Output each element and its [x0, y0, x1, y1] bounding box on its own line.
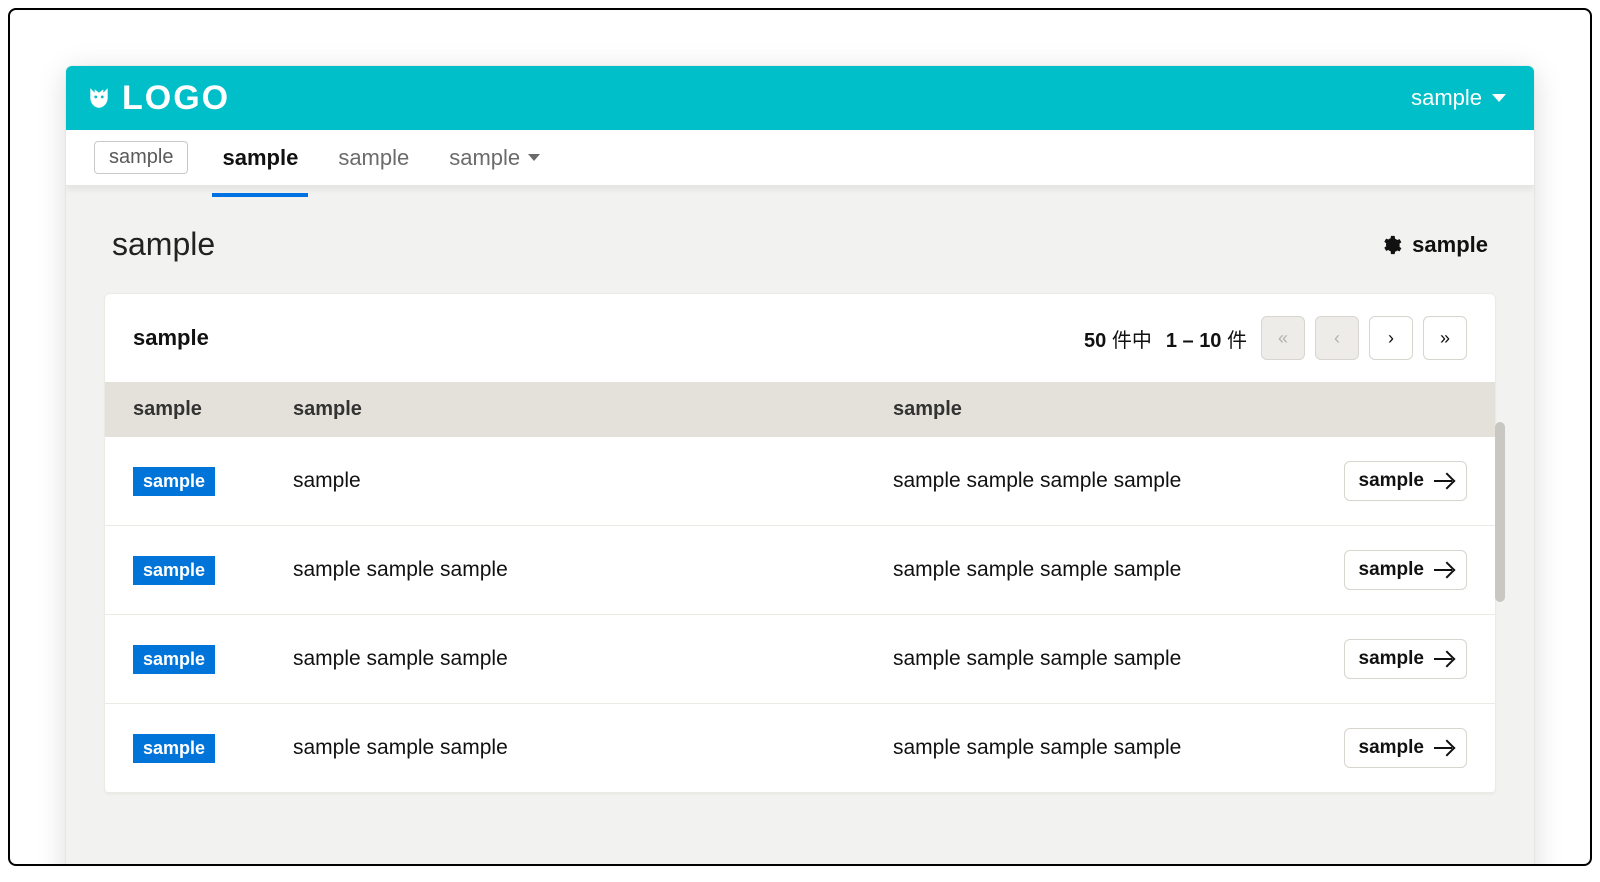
- tab-label: sample: [449, 145, 520, 171]
- tab-1[interactable]: sample: [216, 133, 304, 183]
- page-header: sample sample: [66, 186, 1534, 293]
- tabbar: sample sample sample sample: [66, 130, 1534, 186]
- cell: sample sample sample: [293, 558, 893, 582]
- cell: sample: [293, 469, 893, 493]
- table-row: sample sample sample sample sample sampl…: [105, 526, 1495, 615]
- table-header: sample sample sample: [105, 382, 1495, 437]
- cell: sample sample sample: [293, 647, 893, 671]
- table-row: sample sample sample sample sample sampl…: [105, 704, 1495, 793]
- arrow-right-icon: [1434, 747, 1452, 749]
- row-action-label: sample: [1359, 470, 1424, 492]
- tab-2[interactable]: sample: [332, 133, 415, 183]
- row-action-label: sample: [1359, 648, 1424, 670]
- tab-label: sample: [109, 146, 173, 169]
- chevron-down-icon: [528, 154, 540, 161]
- cell: sample sample sample: [293, 736, 893, 760]
- settings-button[interactable]: sample: [1380, 232, 1488, 258]
- scrollbar[interactable]: [1495, 422, 1505, 602]
- gear-icon: [1380, 234, 1402, 256]
- page-prev-button: ‹: [1315, 316, 1359, 360]
- brand[interactable]: LOGO: [86, 79, 230, 118]
- settings-label: sample: [1412, 232, 1488, 258]
- row-action-button[interactable]: sample: [1344, 639, 1467, 679]
- column-header: sample: [893, 398, 1287, 421]
- status-badge: sample: [133, 467, 215, 496]
- cell: sample sample sample sample: [893, 647, 1287, 671]
- logo-text: LOGO: [122, 79, 230, 118]
- card-title: sample: [133, 325, 209, 351]
- arrow-right-icon: [1434, 658, 1452, 660]
- pagination-total-number: 50: [1084, 330, 1106, 352]
- double-chevron-right-icon: »: [1440, 328, 1450, 349]
- chevron-down-icon: [1492, 94, 1506, 102]
- app-window: LOGO sample sample sample sample sample …: [66, 66, 1534, 866]
- tab-0[interactable]: sample: [94, 141, 188, 174]
- cell: sample sample sample sample: [893, 736, 1287, 760]
- card-header: sample 50 件中 1 – 10 件 « ‹ › »: [105, 294, 1495, 382]
- page-first-button: «: [1261, 316, 1305, 360]
- column-header: sample: [133, 398, 293, 421]
- row-action-button[interactable]: sample: [1344, 728, 1467, 768]
- page-title: sample: [112, 226, 215, 263]
- chevron-left-icon: ‹: [1334, 328, 1340, 349]
- logo-icon: [86, 85, 112, 111]
- pagination-total-suffix: 件中: [1112, 330, 1152, 352]
- tab-3[interactable]: sample: [443, 133, 546, 183]
- row-action-label: sample: [1359, 737, 1424, 759]
- page-last-button[interactable]: »: [1423, 316, 1467, 360]
- column-header: sample: [293, 398, 893, 421]
- pagination-range-numbers: 1 – 10: [1166, 330, 1222, 352]
- row-action-button[interactable]: sample: [1344, 550, 1467, 590]
- status-badge: sample: [133, 556, 215, 585]
- double-chevron-left-icon: «: [1278, 328, 1288, 349]
- list-card: sample 50 件中 1 – 10 件 « ‹ › »: [104, 293, 1496, 794]
- pagination-range-suffix: 件: [1227, 330, 1247, 352]
- chevron-right-icon: ›: [1388, 328, 1394, 349]
- pagination: 50 件中 1 – 10 件 « ‹ › »: [1084, 316, 1467, 360]
- pagination-range: 1 – 10 件: [1166, 324, 1247, 353]
- pagination-buttons: « ‹ › »: [1261, 316, 1467, 360]
- tab-label: sample: [222, 145, 298, 171]
- table-row: sample sample sample sample sample sampl…: [105, 615, 1495, 704]
- pagination-total: 50 件中: [1084, 324, 1152, 353]
- cell: sample sample sample sample: [893, 558, 1287, 582]
- topbar: LOGO sample: [66, 66, 1534, 130]
- page-next-button[interactable]: ›: [1369, 316, 1413, 360]
- user-menu-label: sample: [1411, 85, 1482, 111]
- table-row: sample sample sample sample sample sampl…: [105, 437, 1495, 526]
- status-badge: sample: [133, 645, 215, 674]
- user-menu[interactable]: sample: [1411, 85, 1506, 111]
- row-action-button[interactable]: sample: [1344, 461, 1467, 501]
- tab-label: sample: [338, 145, 409, 171]
- status-badge: sample: [133, 734, 215, 763]
- arrow-right-icon: [1434, 569, 1452, 571]
- row-action-label: sample: [1359, 559, 1424, 581]
- cell: sample sample sample sample: [893, 469, 1287, 493]
- arrow-right-icon: [1434, 480, 1452, 482]
